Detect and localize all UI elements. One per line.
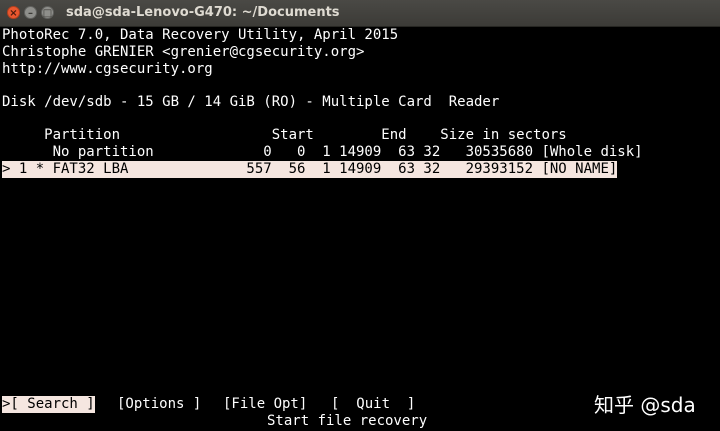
close-icon[interactable]: × xyxy=(7,6,20,19)
author-line: Christophe GRENIER <grenier@cgsecurity.o… xyxy=(2,44,365,60)
watermark: 知乎 @sda xyxy=(594,393,696,417)
file-opt-button[interactable]: [File Opt] xyxy=(223,396,307,413)
maximize-icon[interactable]: □ xyxy=(41,6,54,19)
title-bar[interactable]: × – □ sda@sda-Lenovo-G470: ~/Documents xyxy=(0,0,720,27)
app-title-line: PhotoRec 7.0, Data Recovery Utility, Apr… xyxy=(2,27,399,43)
website-line: http://www.cgsecurity.org xyxy=(2,61,213,77)
minimize-icon[interactable]: – xyxy=(24,6,37,19)
partition-table-header: Partition Start End Size in sectors xyxy=(2,127,567,143)
disk-info-line: Disk /dev/sdb - 15 GB / 14 GiB (RO) - Mu… xyxy=(2,94,500,110)
command-hint: Start file recovery xyxy=(267,413,428,429)
quit-button[interactable]: [ Quit ] xyxy=(331,396,415,413)
terminal-window: × – □ sda@sda-Lenovo-G470: ~/Documents P… xyxy=(0,0,720,431)
options-button[interactable]: [Options ] xyxy=(117,396,201,413)
partition-row-selected[interactable]: > 1 * FAT32 LBA 557 56 1 14909 63 32 293… xyxy=(2,161,618,178)
terminal-screen[interactable]: PhotoRec 7.0, Data Recovery Utility, Apr… xyxy=(2,26,718,431)
search-button[interactable]: >[ Search ] xyxy=(2,396,95,413)
partition-row[interactable]: No partition 0 0 1 14909 63 32 30535680 … xyxy=(2,144,643,161)
window-title: sda@sda-Lenovo-G470: ~/Documents xyxy=(66,5,340,20)
